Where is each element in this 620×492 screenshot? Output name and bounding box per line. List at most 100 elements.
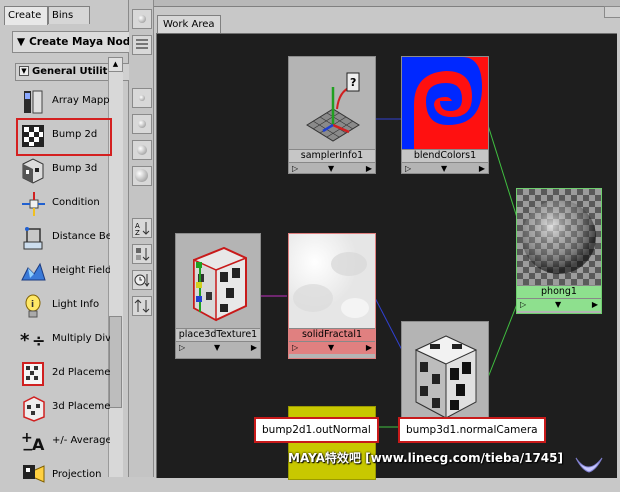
bump3d-swatch-icon: [402, 322, 488, 422]
input-port-arrow-icon[interactable]: ▷: [292, 163, 298, 175]
node-item-label: Bump 2d: [52, 129, 98, 140]
node-item-label: +/- Average: [52, 435, 110, 446]
output-port-arrow-icon[interactable]: ▶: [251, 342, 257, 354]
expand-port-arrow-icon[interactable]: ▼: [214, 342, 220, 354]
bump-2d-icon: [22, 125, 44, 147]
svg-text:÷: ÷: [32, 331, 45, 350]
node-item-label: 2d Placement: [52, 367, 110, 378]
light-info-icon: i: [25, 294, 41, 318]
tool-sort-name-icon[interactable]: AZ: [132, 218, 152, 238]
node-item-label: 3d Placement: [52, 401, 110, 412]
connection-blendcolors-phong: [486, 121, 520, 225]
output-port-arrow-icon[interactable]: ▶: [479, 163, 485, 175]
multiply-divide-icon: * ÷: [20, 330, 45, 351]
tool-swatch-xlarge-icon[interactable]: [132, 166, 152, 186]
bump-3d-icon: [22, 158, 44, 184]
node-item-condition[interactable]: Condition: [18, 188, 108, 220]
node-item-plus-minus-average[interactable]: + − A +/- Average: [18, 426, 110, 458]
node-ports[interactable]: ▷ ▼ ▶: [289, 342, 375, 354]
connection-source-tooltip: bump2d1.outNormal: [254, 417, 379, 443]
blendcolors-swatch-icon: [402, 57, 488, 149]
node-samplerinfo[interactable]: ? samplerInfo1 ▷ ▼ ▶: [288, 56, 376, 174]
node-item-multiply-divide[interactable]: * ÷ Multiply Divide: [18, 324, 110, 356]
3d-placement-icon: [23, 396, 45, 422]
projection-icon: [23, 465, 45, 483]
input-port-arrow-icon[interactable]: ▷: [292, 342, 298, 354]
node-blendcolors[interactable]: blendColors1 ▷ ▼ ▶: [401, 56, 489, 174]
node-solidfractal[interactable]: solidFractal1 ▷ ▼ ▶: [288, 233, 376, 359]
tab-create[interactable]: Create: [4, 6, 48, 25]
node-item-bump-3d[interactable]: Bump 3d: [18, 154, 108, 186]
tool-sort-type-icon[interactable]: [132, 244, 152, 264]
height-field-icon: [21, 262, 46, 281]
watermark-emblem-icon: [575, 457, 603, 473]
create-nodes-panel: Create Bins ▼Create Maya Nodes ▼General …: [0, 0, 130, 483]
output-port-arrow-icon[interactable]: ▶: [366, 342, 372, 354]
node-ports[interactable]: ▷ ▼ ▶: [517, 299, 601, 311]
node-item-2d-placement[interactable]: 2d Placement: [18, 358, 110, 390]
node-item-label: Distance Between: [52, 231, 110, 242]
connection-bump3d-phong: [486, 298, 520, 381]
array-mapper-icon: [24, 90, 43, 114]
expand-port-arrow-icon[interactable]: ▼: [441, 163, 447, 175]
tool-swatch-small-icon[interactable]: [132, 88, 152, 108]
svg-text:A: A: [32, 435, 45, 454]
node-label: place3dTexture1: [176, 328, 260, 342]
node-item-array-mapper[interactable]: Array Mapper: [18, 86, 110, 118]
phong-swatch-icon: [517, 189, 601, 285]
node-item-bump-2d[interactable]: Bump 2d: [16, 118, 112, 156]
node-phong[interactable]: phong1 ▷ ▼ ▶: [516, 188, 602, 314]
expand-port-arrow-icon[interactable]: ▼: [328, 163, 334, 175]
tool-sort-reverse-icon[interactable]: [132, 296, 152, 316]
svg-text:i: i: [31, 300, 34, 310]
tool-list-icon[interactable]: [132, 35, 152, 55]
place3dtexture-swatch-icon: [176, 234, 260, 328]
node-item-label: Projection: [52, 469, 102, 480]
window-corner-button[interactable]: [604, 6, 620, 18]
input-port-arrow-icon[interactable]: ▷: [520, 299, 526, 311]
node-item-label: Bump 3d: [52, 163, 98, 174]
2d-placement-icon: [22, 362, 44, 386]
output-port-arrow-icon[interactable]: ▶: [592, 299, 598, 311]
solidfractal-swatch-icon: [289, 234, 375, 328]
tool-sphere-icon[interactable]: [132, 9, 152, 29]
connection-target-tooltip: bump3d1.normalCamera: [398, 417, 546, 443]
svg-text:?: ?: [350, 76, 356, 89]
node-item-3d-placement[interactable]: 3d Placement: [18, 392, 110, 424]
node-label: solidFractal1: [289, 328, 375, 342]
node-label: phong1: [517, 285, 601, 299]
work-area-canvas[interactable]: ? samplerInfo1 ▷ ▼ ▶ blendColors1 ▷ ▼ ▶: [156, 33, 617, 480]
node-item-light-info[interactable]: i Light Info: [18, 290, 108, 322]
create-maya-nodes-header[interactable]: ▼Create Maya Nodes: [12, 31, 130, 53]
node-item-label: Height Field: [52, 265, 110, 276]
node-item-projection[interactable]: Projection: [18, 460, 108, 492]
tool-sort-time-icon[interactable]: [132, 270, 152, 290]
node-ports[interactable]: ▷ ▼ ▶: [289, 163, 375, 175]
collapse-arrow-icon: ▼: [17, 36, 26, 48]
connection-solidfractal-bump3d: [373, 295, 404, 353]
svg-text:*: *: [20, 330, 30, 351]
watermark-text: MAYA特效吧 [www.linecg.com/tieba/1745]: [288, 451, 563, 465]
tool-swatch-medium-icon[interactable]: [132, 114, 152, 134]
tab-bins[interactable]: Bins: [48, 6, 90, 24]
tool-swatch-large-icon[interactable]: [132, 140, 152, 160]
scrollbar-thumb[interactable]: [109, 316, 122, 408]
node-ports[interactable]: ▷ ▼ ▶: [176, 342, 260, 354]
scroll-up-arrow-icon[interactable]: ▲: [108, 57, 123, 72]
tab-work-area[interactable]: Work Area: [157, 15, 221, 34]
hypershade-tool-strip: AZ: [129, 0, 154, 477]
top-menu-strip: [130, 0, 620, 7]
input-port-arrow-icon[interactable]: ▷: [179, 342, 185, 354]
input-port-arrow-icon[interactable]: ▷: [405, 163, 411, 175]
node-item-label: Array Mapper: [52, 95, 110, 106]
expand-port-arrow-icon[interactable]: ▼: [328, 342, 334, 354]
distance-between-icon: [23, 227, 43, 250]
create-maya-nodes-label: Create Maya Nodes: [29, 36, 130, 48]
output-port-arrow-icon[interactable]: ▶: [366, 163, 372, 175]
node-place3dtexture[interactable]: place3dTexture1 ▷ ▼ ▶: [175, 233, 261, 359]
svg-text:Z: Z: [135, 229, 140, 237]
node-item-distance-between[interactable]: Distance Between: [18, 222, 110, 254]
node-ports[interactable]: ▷ ▼ ▶: [402, 163, 488, 175]
expand-port-arrow-icon[interactable]: ▼: [555, 299, 561, 311]
node-item-height-field[interactable]: Height Field: [18, 256, 110, 288]
